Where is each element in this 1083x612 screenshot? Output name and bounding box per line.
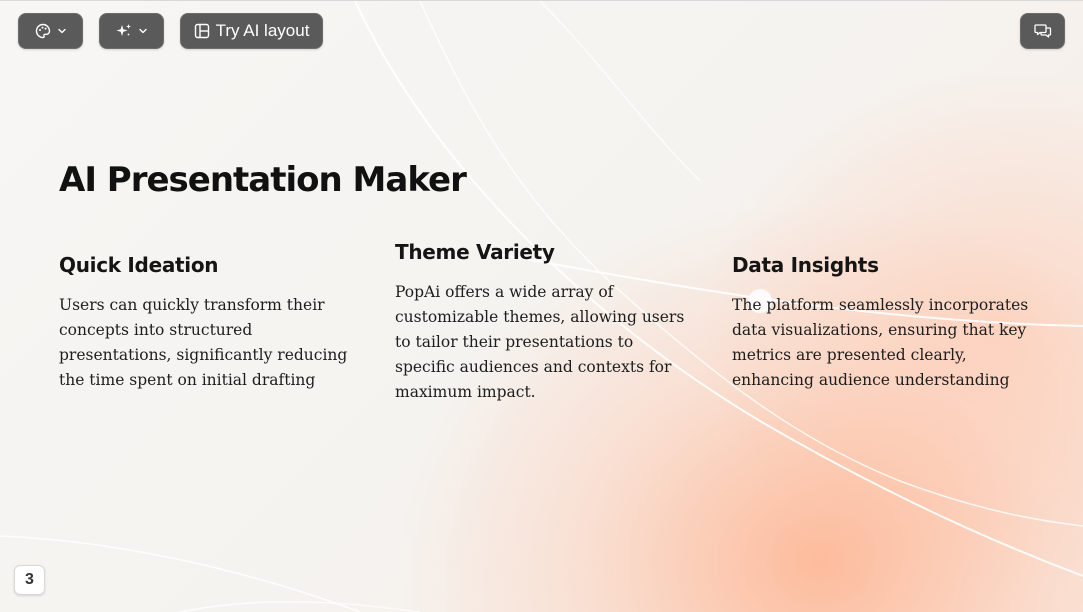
feature-heading: Data Insights bbox=[732, 253, 879, 277]
feature-heading: Theme Variety bbox=[395, 240, 555, 264]
feature-column-quick-ideation: Quick Ideation Users can quickly transfo… bbox=[59, 253, 359, 393]
ai-magic-button[interactable] bbox=[99, 13, 164, 49]
slide-title: AI Presentation Maker bbox=[59, 160, 467, 200]
chat-bubbles-icon bbox=[1033, 24, 1051, 38]
sparkle-icon bbox=[116, 24, 131, 36]
theme-palette-button[interactable] bbox=[18, 13, 83, 49]
page-number-badge: 3 bbox=[14, 565, 45, 595]
feature-heading: Quick Ideation bbox=[59, 253, 219, 277]
chevron-down-icon bbox=[138, 28, 147, 34]
palette-icon bbox=[35, 23, 50, 39]
try-ai-layout-label: Try AI layout bbox=[215, 21, 310, 40]
layout-icon bbox=[194, 23, 209, 39]
try-ai-layout-button[interactable]: Try AI layout bbox=[180, 13, 323, 49]
feature-body: Users can quickly transform their concep… bbox=[59, 296, 348, 389]
feature-body: The platform seamlessly incorporates dat… bbox=[732, 296, 1029, 389]
chevron-down-icon bbox=[57, 28, 66, 34]
comments-button[interactable] bbox=[1020, 13, 1065, 49]
feature-column-theme-variety: Theme Variety PopAi offers a wide array … bbox=[395, 240, 695, 405]
feature-body: PopAi offers a wide array of customizabl… bbox=[395, 283, 685, 401]
feature-column-data-insights: Data Insights The platform seamlessly in… bbox=[732, 253, 1032, 393]
